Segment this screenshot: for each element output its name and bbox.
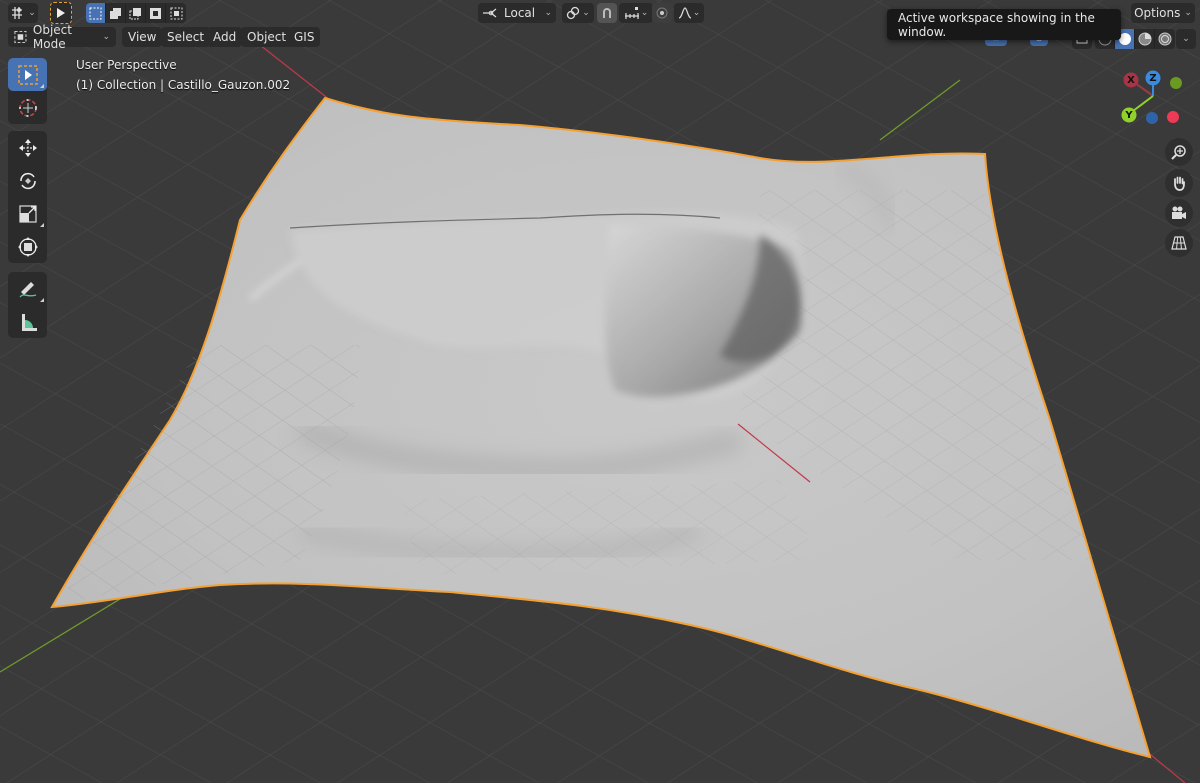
selection-mode-subtract[interactable] (126, 3, 146, 23)
magnet-icon (603, 8, 611, 18)
proportional-edit-toggle[interactable] (652, 3, 672, 23)
snap-toggle[interactable] (597, 3, 617, 23)
object-mode-icon (14, 31, 27, 43)
ortho-toggle-button[interactable] (1165, 229, 1193, 257)
menu-object-label: Object (247, 30, 287, 44)
select-extend-icon (110, 7, 121, 19)
tool-select-box[interactable] (8, 58, 47, 91)
gizmo-x-label: X (1127, 74, 1135, 86)
chevron-down-icon: ⌄ (544, 8, 552, 18)
collection-info: (1) Collection | Castillo_Gauzon.002 (76, 78, 291, 92)
gizmo-z-label: Z (1149, 72, 1157, 84)
select-subtract-icon (129, 7, 141, 19)
transform-orientation-dropdown[interactable]: Local ⌄ (478, 3, 556, 23)
gizmo-neg-z[interactable] (1146, 112, 1158, 124)
chevron-down-icon: ⌄ (582, 8, 590, 18)
tool-transform[interactable] (8, 230, 47, 263)
tooltip: Active workspace showing in the window. (887, 9, 1121, 40)
tool-rotate[interactable] (8, 164, 47, 197)
tool-annotate[interactable] (8, 272, 47, 305)
tool-measure[interactable] (8, 305, 47, 338)
3d-viewport[interactable]: ⌄ Local ⌄ ⌄ ⌄ ⌄ Options ⌄ ⊡ (0, 0, 1200, 783)
toolbar-group-annotate (8, 272, 47, 338)
snap-target-dropdown[interactable]: ⌄ (619, 3, 653, 23)
select-set-icon (89, 7, 102, 19)
rotate-icon (19, 172, 36, 189)
tool-cursor[interactable] (8, 91, 47, 124)
camera-icon (1172, 206, 1186, 219)
rendered-sphere-icon (1158, 32, 1172, 46)
gizmo-y-label: Y (1125, 109, 1133, 121)
menu-select[interactable]: Select (161, 27, 211, 47)
tool-move[interactable] (8, 131, 47, 164)
zoom-icon (1171, 145, 1186, 160)
chevron-down-icon: ⌄ (28, 8, 36, 18)
gizmo-neg-x[interactable] (1167, 111, 1179, 123)
pan-view-button[interactable] (1165, 169, 1193, 197)
3d-viewport-icon (12, 7, 23, 19)
tool-submenu-indicator (40, 298, 44, 302)
menu-view[interactable]: View (122, 27, 163, 47)
camera-view-button[interactable] (1165, 199, 1193, 227)
ortho-grid-icon (1171, 236, 1187, 250)
menu-select-label: Select (167, 30, 205, 44)
select-invert-icon (150, 7, 161, 19)
menu-object[interactable]: Object (241, 27, 293, 47)
tool-scale[interactable] (8, 197, 47, 230)
hand-pan-icon (1174, 176, 1185, 191)
material-sphere-icon (1138, 32, 1151, 46)
snap-increment-icon (624, 7, 639, 19)
gizmo-neg-y[interactable] (1170, 77, 1182, 89)
options-label: Options (1134, 6, 1181, 20)
menu-add[interactable]: Add (207, 27, 243, 47)
proportional-circle-icon (656, 7, 668, 19)
selection-mode-set[interactable] (86, 3, 106, 23)
toolbar-group-select (8, 58, 47, 124)
chevron-down-icon: ⌄ (640, 8, 649, 18)
proportional-falloff-dropdown[interactable]: ⌄ (674, 3, 704, 23)
move-icon (18, 138, 37, 157)
transform-orientation-value: Local (504, 6, 536, 20)
selection-mode-group[interactable] (86, 3, 186, 23)
selection-mode-extend[interactable] (106, 3, 126, 23)
options-dropdown[interactable]: Options ⌄ (1131, 3, 1195, 23)
menu-gis[interactable]: GIS (288, 27, 321, 47)
menu-add-label: Add (213, 30, 237, 44)
view-name: User Perspective (76, 58, 177, 72)
menu-view-label: View (128, 30, 157, 44)
zoom-view-button[interactable] (1165, 138, 1193, 166)
chevron-down-icon: ⌄ (1184, 8, 1192, 18)
menu-gis-label: GIS (294, 30, 315, 44)
tool-submenu-indicator (40, 223, 44, 227)
object-mode-label: Object Mode (32, 23, 72, 51)
3d-cursor-icon (18, 98, 37, 117)
falloff-curve-icon (678, 7, 691, 19)
shading-rendered[interactable] (1155, 29, 1175, 49)
transform-icon (17, 236, 38, 257)
tool-submenu-indicator (40, 84, 44, 88)
chevron-down-icon: ⌄ (692, 8, 701, 18)
editor-type-button[interactable]: ⌄ (8, 3, 38, 23)
cursor-arrow-icon (57, 8, 65, 18)
chevron-down-icon: ⌄ (1182, 34, 1190, 44)
chevron-down-icon: ⌄ (102, 32, 110, 42)
selection-mode-intersect[interactable] (166, 3, 186, 23)
selection-mode-invert[interactable] (146, 3, 166, 23)
pivot-link-icon (567, 6, 580, 20)
toolbar-group-transform (8, 131, 47, 263)
select-tool-button[interactable] (50, 2, 72, 24)
select-box-icon (17, 64, 38, 85)
measure-ruler-icon (21, 313, 37, 331)
shading-material-preview[interactable] (1135, 29, 1155, 49)
pivot-point-dropdown[interactable]: ⌄ (562, 3, 594, 23)
object-mode-dropdown[interactable]: Object Mode ⌄ (8, 23, 116, 51)
orientation-icon (483, 8, 497, 18)
annotate-pencil-icon (18, 281, 36, 297)
select-intersect-icon (170, 7, 182, 19)
scale-icon (18, 204, 37, 223)
viewport-scene[interactable] (0, 0, 1200, 783)
shading-options-dropdown[interactable]: ⌄ (1176, 29, 1196, 49)
